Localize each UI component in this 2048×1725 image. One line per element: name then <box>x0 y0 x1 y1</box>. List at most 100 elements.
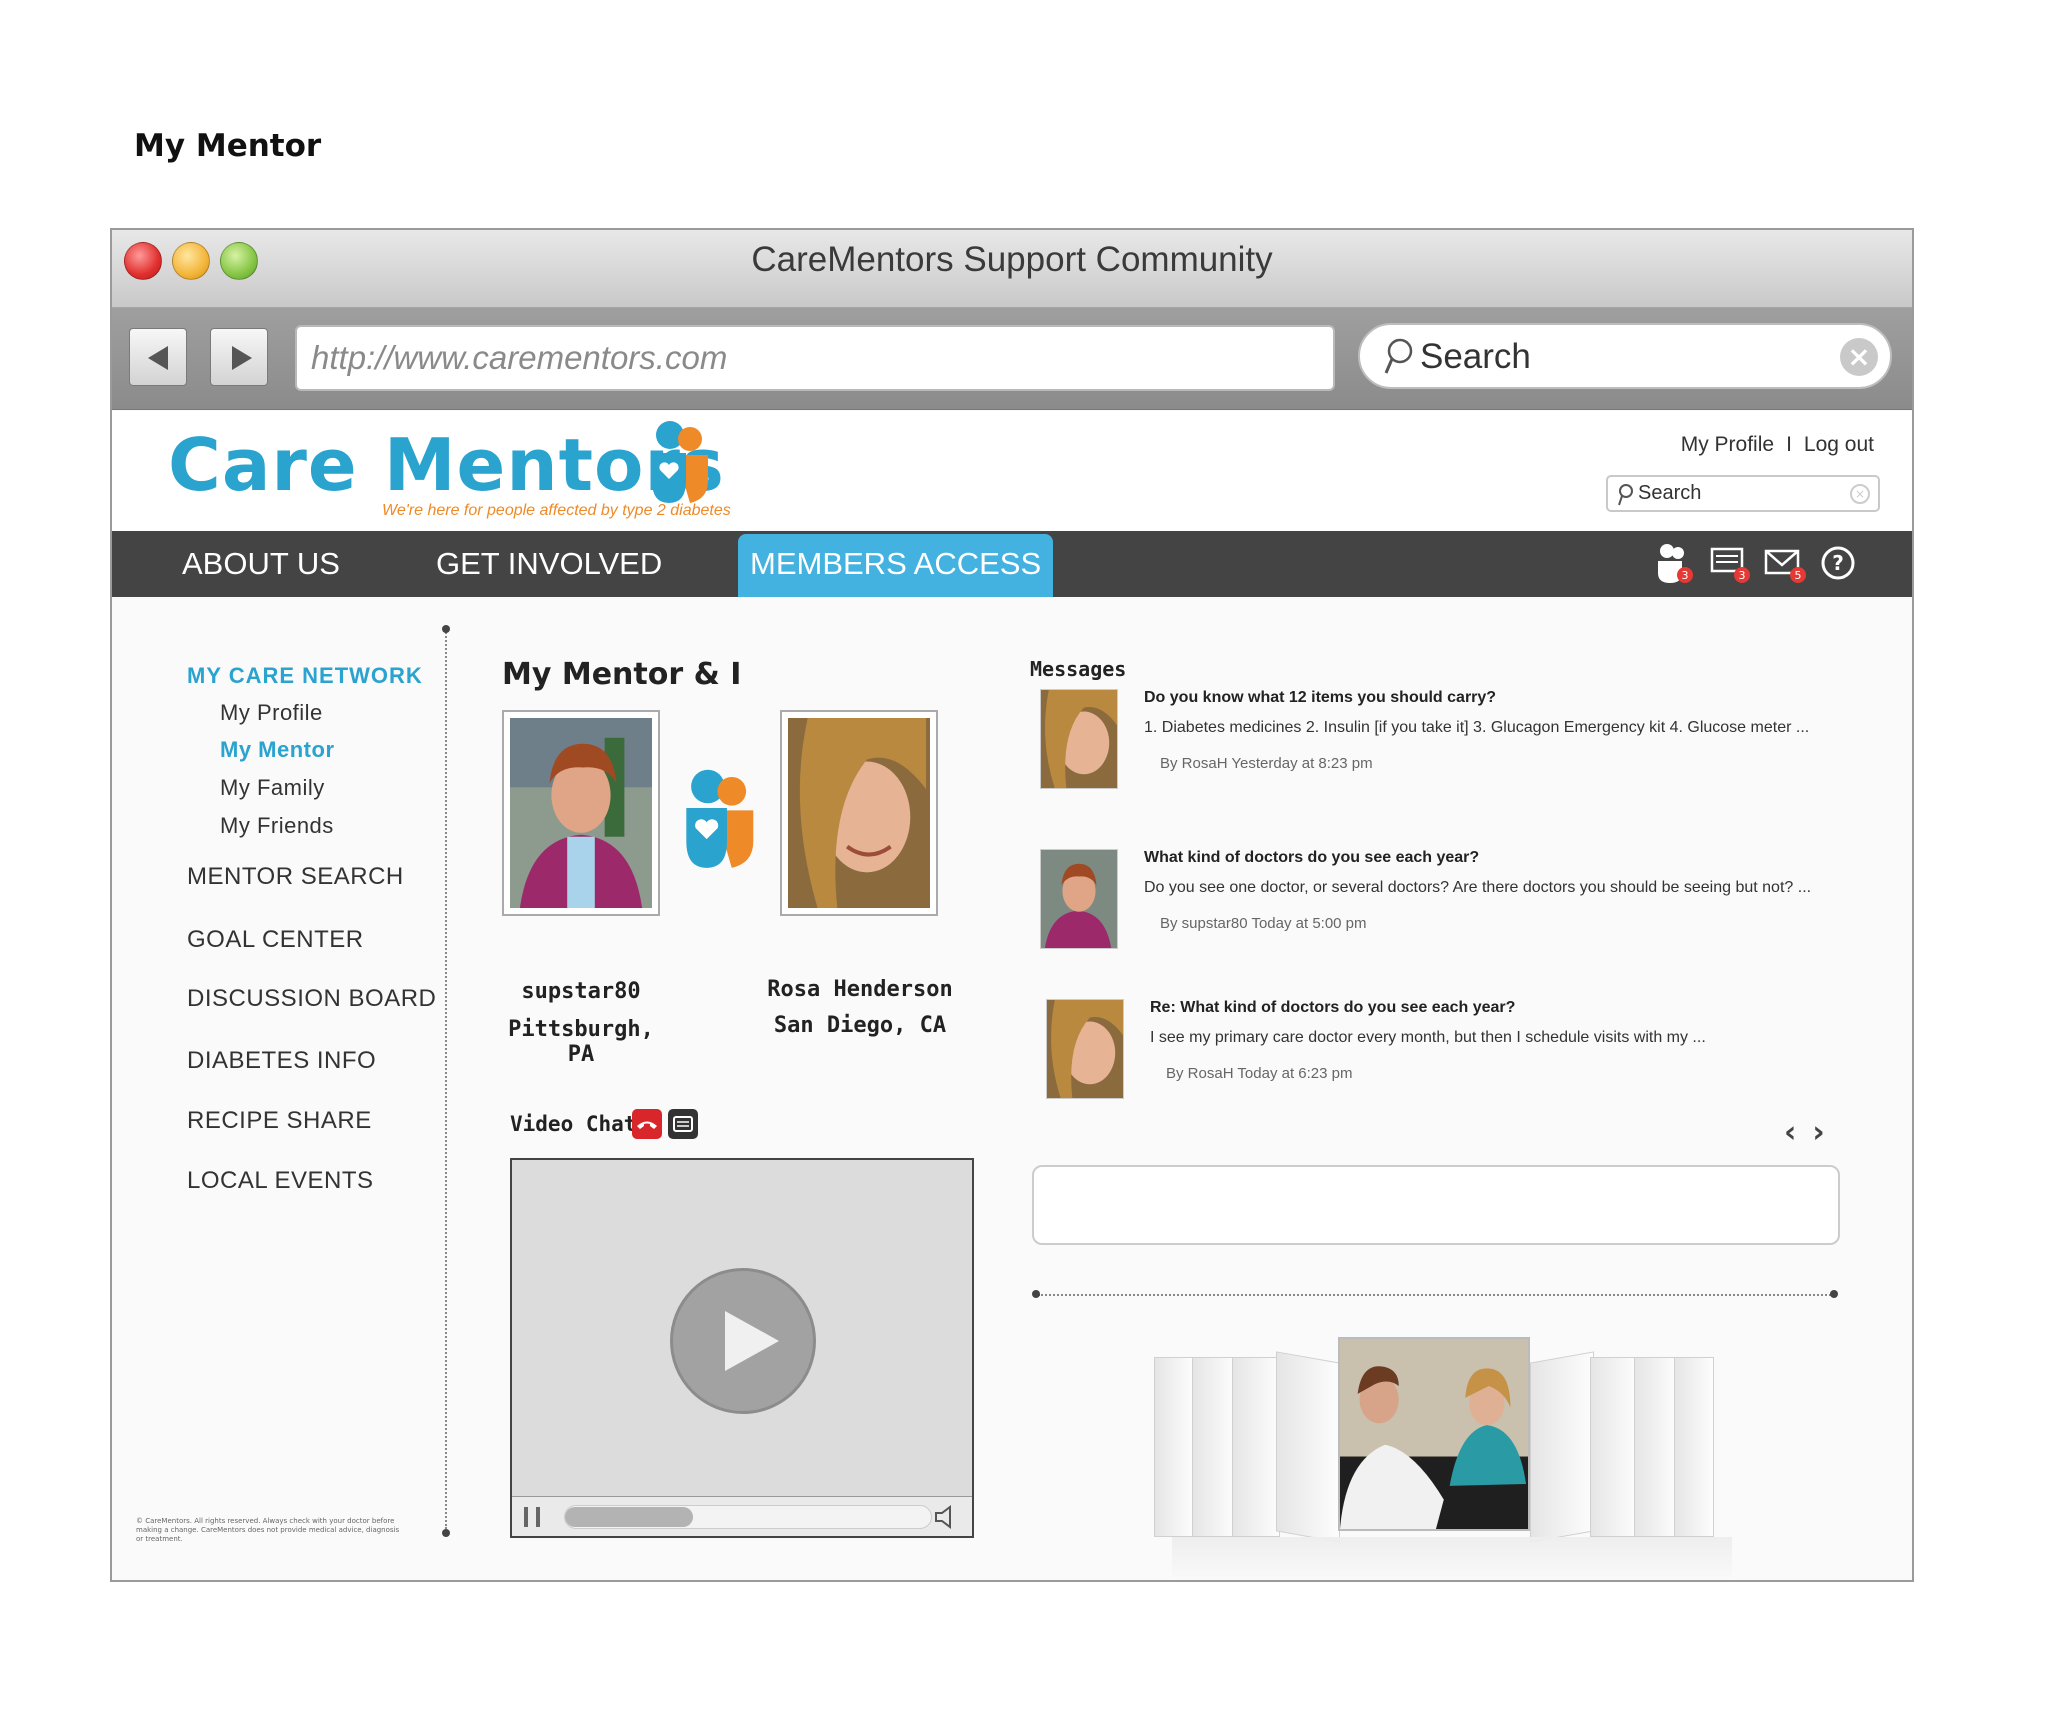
gallery-reflection <box>1172 1537 1732 1580</box>
messages-icon[interactable]: 3 <box>1706 541 1752 587</box>
sidebar-item-my-mentor[interactable]: My Mentor <box>220 737 335 763</box>
browser-toolbar: http://www.carementors.com Search × <box>112 308 1912 410</box>
address-bar[interactable]: http://www.carementors.com <box>295 325 1335 391</box>
my-profile-link[interactable]: My Profile <box>1681 433 1774 457</box>
message-meta: By supstar80 Today at 5:00 pm <box>1160 915 1367 932</box>
browser-search-placeholder: Search <box>1420 337 1531 376</box>
sidebar-item-my-family[interactable]: My Family <box>220 775 325 801</box>
volume-icon[interactable] <box>932 1505 958 1529</box>
mentor-section-title: My Mentor & I <box>502 657 742 692</box>
next-page-button[interactable]: › <box>1812 1115 1824 1150</box>
message-reply-input[interactable] <box>1032 1165 1840 1245</box>
sidebar-item-local-events[interactable]: LOCAL EVENTS <box>187 1167 374 1195</box>
site-search-field[interactable]: Search × <box>1606 475 1880 512</box>
sidebar-item-my-friends[interactable]: My Friends <box>220 813 334 839</box>
clear-site-search-button[interactable]: × <box>1850 484 1870 504</box>
main-content: MY CARE NETWORK My Profile My Mentor My … <box>112 597 1912 1580</box>
chat-bubble-icon <box>673 1116 693 1132</box>
mentor-location: San Diego, CA <box>773 1013 947 1038</box>
header-links: My Profile I Log out <box>1681 433 1874 457</box>
message-subject[interactable]: Re: What kind of doctors do you see each… <box>1150 999 1515 1017</box>
gallery-card[interactable] <box>1530 1351 1594 1543</box>
browser-search-field[interactable]: Search × <box>1358 323 1892 389</box>
sidebar: MY CARE NETWORK My Profile My Mentor My … <box>112 597 442 1580</box>
site-logo[interactable]: Care Mentors <box>168 423 725 507</box>
photo-gallery[interactable] <box>1132 1297 1772 1580</box>
video-player[interactable] <box>510 1158 974 1538</box>
search-icon <box>1384 338 1413 374</box>
chat-button[interactable] <box>668 1109 698 1139</box>
my-location: Pittsburgh, PA <box>508 1017 654 1067</box>
clear-search-button[interactable]: × <box>1840 338 1878 376</box>
messages-divider <box>1038 1294 1834 1296</box>
video-controls <box>512 1496 972 1536</box>
gallery-card[interactable] <box>1192 1357 1236 1537</box>
divider-endpoint <box>442 625 450 633</box>
play-icon <box>725 1311 779 1371</box>
sidebar-item-my-profile[interactable]: My Profile <box>220 700 323 726</box>
sidebar-item-mentor-search[interactable]: MENTOR SEARCH <box>187 863 404 891</box>
messages-badge: 3 <box>1739 569 1746 582</box>
nav-members-access[interactable]: MEMBERS ACCESS <box>738 534 1054 597</box>
site-header: Care Mentors We're here for people affec… <box>112 411 1912 531</box>
supstar80-avatar <box>510 718 652 908</box>
my-photo[interactable] <box>502 710 660 916</box>
sidebar-item-discussion-board[interactable]: DISCUSSION BOARD <box>187 985 436 1013</box>
forward-button[interactable] <box>210 328 268 386</box>
gallery-card[interactable] <box>1634 1357 1678 1537</box>
sidebar-item-goal-center[interactable]: GOAL CENTER <box>187 926 364 954</box>
message-item[interactable]: Re: What kind of doctors do you see each… <box>1046 999 1896 1109</box>
supstar80-avatar-icon <box>1040 849 1118 949</box>
pause-icon[interactable] <box>524 1507 540 1527</box>
site-search-placeholder: Search <box>1638 482 1702 504</box>
sidebar-divider <box>445 629 447 1529</box>
message-meta: By RosaH Today at 6:23 pm <box>1166 1065 1353 1082</box>
window-title: CareMentors Support Community <box>751 240 1273 279</box>
rosa-avatar-icon <box>1046 999 1124 1099</box>
message-pager: ‹ › <box>1784 1115 1841 1150</box>
help-icon[interactable]: ? <box>1816 541 1862 587</box>
message-item[interactable]: What kind of doctors do you see each yea… <box>1040 849 1890 959</box>
sidebar-section-my-care-network[interactable]: MY CARE NETWORK <box>187 663 423 689</box>
divider-endpoint <box>442 1529 450 1537</box>
rosa-henderson-avatar <box>788 718 930 908</box>
nav-about-us[interactable]: ABOUT US <box>182 531 340 597</box>
legal-fine-print: © CareMentors. All rights reserved. Alwa… <box>136 1517 400 1543</box>
gallery-card[interactable] <box>1232 1357 1280 1537</box>
sidebar-item-recipe-share[interactable]: RECIPE SHARE <box>187 1107 372 1135</box>
gallery-featured-photo[interactable] <box>1338 1337 1530 1531</box>
message-subject[interactable]: Do you know what 12 items you should car… <box>1144 689 1496 707</box>
mentor-notifications-icon[interactable]: 3 <box>1650 541 1696 587</box>
video-progress-thumb[interactable] <box>565 1507 694 1527</box>
message-item[interactable]: Do you know what 12 items you should car… <box>1040 689 1890 799</box>
mentor-photo[interactable] <box>780 710 938 916</box>
mail-icon[interactable]: 5 <box>1762 541 1808 587</box>
nav-get-involved[interactable]: GET INVOLVED <box>436 531 662 597</box>
gallery-card[interactable] <box>1590 1357 1638 1537</box>
back-button[interactable] <box>129 328 187 386</box>
back-arrow-icon <box>148 346 168 370</box>
play-button[interactable] <box>670 1268 816 1414</box>
message-preview: I see my primary care doctor every month… <box>1150 1029 1706 1046</box>
log-out-link[interactable]: Log out <box>1804 433 1874 457</box>
previous-page-button[interactable]: ‹ <box>1784 1115 1796 1150</box>
browser-window: CareMentors Support Community http://www… <box>110 228 1914 1582</box>
sidebar-item-diabetes-info[interactable]: DIABETES INFO <box>187 1047 376 1075</box>
messages-title: Messages <box>1030 657 1127 681</box>
title-bar: CareMentors Support Community <box>112 230 1912 308</box>
gallery-card[interactable] <box>1674 1357 1714 1537</box>
message-preview: Do you see one doctor, or several doctor… <box>1144 879 1812 896</box>
message-subject[interactable]: What kind of doctors do you see each yea… <box>1144 849 1479 867</box>
mentor-notifications-badge: 3 <box>1682 569 1689 582</box>
video-progress-track[interactable] <box>564 1505 932 1529</box>
end-call-button[interactable] <box>632 1109 662 1139</box>
site-tagline: We're here for people affected by type 2… <box>382 502 731 519</box>
phone-hangup-icon <box>637 1121 657 1129</box>
gallery-card[interactable] <box>1276 1351 1340 1543</box>
divider-endpoint <box>1830 1290 1838 1298</box>
mail-badge: 5 <box>1795 569 1802 582</box>
gallery-card[interactable] <box>1154 1357 1194 1537</box>
main-nav: ABOUT US GET INVOLVED MEMBERS ACCESS 3 3 <box>112 531 1912 597</box>
mentor-name: Rosa Henderson <box>767 977 953 1002</box>
my-username: supstar80 <box>521 979 641 1004</box>
